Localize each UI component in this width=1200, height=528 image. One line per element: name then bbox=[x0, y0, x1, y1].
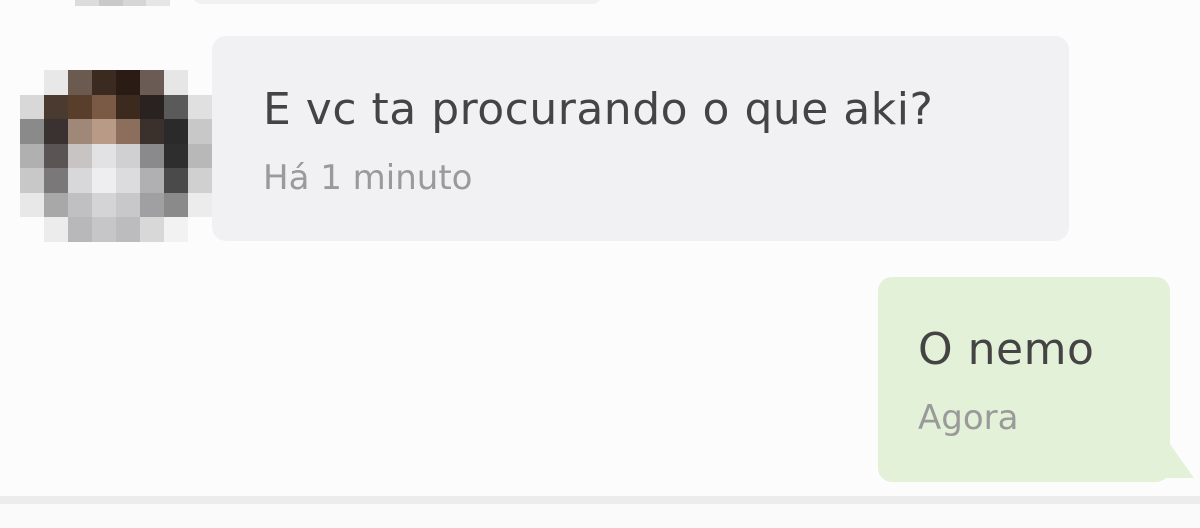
avatar-pixel bbox=[68, 168, 92, 193]
avatar-pixel bbox=[164, 168, 188, 193]
avatar-pixel bbox=[116, 70, 140, 95]
incoming-message-bubble[interactable] bbox=[212, 36, 1069, 241]
avatar-pixel bbox=[188, 168, 212, 193]
avatar-pixel bbox=[20, 217, 44, 242]
avatar-pixel bbox=[188, 192, 212, 217]
chat-view: E vc ta procurando o que aki? Há 1 minut… bbox=[0, 0, 1200, 528]
avatar-pixel bbox=[188, 94, 212, 119]
avatar-pixel bbox=[92, 70, 116, 95]
avatar-pixel bbox=[68, 94, 92, 119]
avatar-pixel bbox=[44, 192, 68, 217]
avatar-pixel bbox=[188, 143, 212, 168]
avatar-pixel bbox=[92, 94, 116, 119]
incoming-message-timestamp: Há 1 minuto bbox=[263, 158, 473, 198]
avatar-pixel bbox=[20, 70, 44, 95]
avatar-pixel bbox=[44, 217, 68, 242]
avatar-pixel bbox=[20, 119, 44, 144]
avatar-pixel bbox=[116, 94, 140, 119]
avatar-pixel bbox=[140, 217, 164, 242]
avatar-pixel bbox=[68, 143, 92, 168]
avatar-pixel bbox=[140, 192, 164, 217]
previous-message-bubble bbox=[192, 0, 602, 4]
avatar-pixel bbox=[116, 143, 140, 168]
avatar-pixel bbox=[188, 70, 212, 95]
avatar-pixel bbox=[92, 217, 116, 242]
avatar-pixel bbox=[68, 70, 92, 95]
avatar-pixel bbox=[188, 217, 212, 242]
avatar-pixel bbox=[92, 143, 116, 168]
avatar-pixel bbox=[164, 119, 188, 144]
avatar-pixel bbox=[116, 217, 140, 242]
avatar-pixel bbox=[164, 217, 188, 242]
avatar-pixel bbox=[44, 119, 68, 144]
input-divider bbox=[0, 496, 1200, 504]
avatar-pixel bbox=[188, 119, 212, 144]
incoming-message-text: E vc ta procurando o que aki? bbox=[263, 84, 934, 135]
avatar-pixel bbox=[140, 143, 164, 168]
avatar-pixel bbox=[116, 119, 140, 144]
avatar-pixel bbox=[164, 192, 188, 217]
avatar-pixel bbox=[44, 168, 68, 193]
outgoing-message-text: O nemo bbox=[918, 324, 1095, 375]
avatar-pixel bbox=[68, 192, 92, 217]
avatar-pixel bbox=[140, 94, 164, 119]
avatar-pixel bbox=[116, 168, 140, 193]
avatar-pixel bbox=[140, 168, 164, 193]
avatar-pixel bbox=[44, 70, 68, 95]
avatar-pixel bbox=[164, 143, 188, 168]
avatar-pixel bbox=[92, 192, 116, 217]
avatar-pixel bbox=[20, 168, 44, 193]
avatar-pixel bbox=[92, 168, 116, 193]
avatar-pixel bbox=[92, 119, 116, 144]
avatar-pixel bbox=[116, 192, 140, 217]
avatar-pixel bbox=[164, 94, 188, 119]
bottom-bar bbox=[0, 504, 1200, 528]
outgoing-message-timestamp: Agora bbox=[918, 398, 1019, 438]
avatar-pixel bbox=[20, 94, 44, 119]
avatar-pixel bbox=[68, 119, 92, 144]
avatar-pixel bbox=[44, 94, 68, 119]
avatar-pixel bbox=[44, 143, 68, 168]
previous-avatar bbox=[75, 0, 170, 6]
avatar-pixel bbox=[140, 119, 164, 144]
outgoing-message-bubble[interactable] bbox=[878, 277, 1170, 482]
avatar-pixel bbox=[68, 217, 92, 242]
pixelated-avatar-icon[interactable] bbox=[20, 70, 212, 242]
avatar-pixel bbox=[164, 70, 188, 95]
avatar-pixel bbox=[140, 70, 164, 95]
avatar-pixel bbox=[20, 143, 44, 168]
avatar-pixel bbox=[20, 192, 44, 217]
